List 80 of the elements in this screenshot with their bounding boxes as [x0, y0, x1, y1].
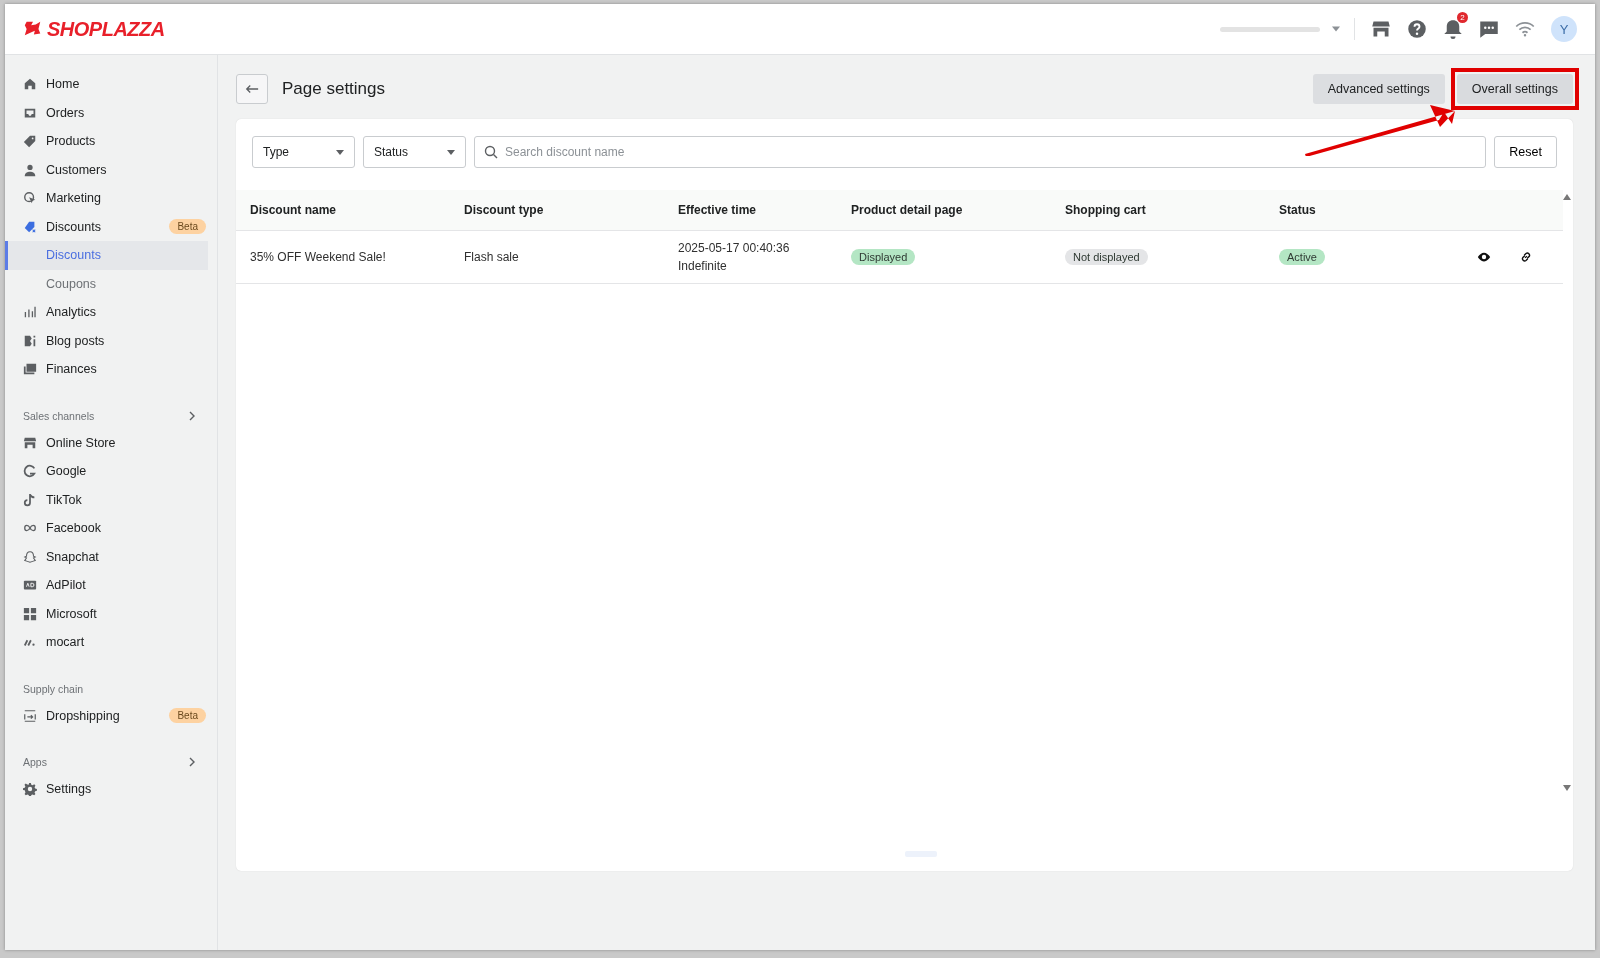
sidebar-item[interactable]: Dropshipping Beta — [5, 701, 208, 730]
music-note-icon — [23, 492, 37, 507]
wallet-icon — [23, 362, 37, 377]
status-tag: Displayed — [851, 249, 916, 265]
link-icon[interactable] — [1519, 250, 1533, 264]
end-time: Indefinite — [678, 259, 728, 273]
chevron-right-icon[interactable] — [188, 410, 196, 421]
discount-tag-icon — [23, 219, 37, 234]
bell-icon[interactable] — [1443, 19, 1463, 39]
sidebar-item[interactable]: Customers — [5, 155, 208, 184]
caret-icon — [447, 149, 455, 155]
filter-dropdown[interactable]: Type — [252, 136, 355, 168]
column-header: Shopping cart — [1065, 203, 1147, 217]
chevron-right-icon[interactable] — [188, 757, 196, 767]
grid-icon — [23, 606, 37, 621]
scroll-down-arrow-icon[interactable] — [1563, 785, 1571, 791]
storefront-icon — [23, 435, 37, 450]
back-button[interactable] — [236, 74, 268, 104]
sidebar-item[interactable]: Facebook — [5, 514, 208, 543]
sidebar-item[interactable]: Analytics — [5, 298, 208, 327]
settings-icon — [23, 782, 37, 797]
bar-chart-icon — [23, 305, 37, 320]
column-header: Effective time — [678, 203, 758, 217]
sidebar-item[interactable]: Coupons — [5, 269, 208, 298]
column-header: Discount type — [464, 203, 545, 217]
letter-g-icon — [23, 464, 37, 479]
sidebar-item[interactable]: Orders — [5, 98, 208, 127]
section-heading: Supply chain — [23, 682, 84, 695]
beta-badge: Beta — [169, 219, 206, 235]
start-time: 2025-05-17 00:40:36 — [678, 241, 791, 255]
settings-button[interactable]: Advanced settings — [1312, 74, 1445, 104]
storefront-icon[interactable] — [1371, 19, 1391, 39]
section-heading: Apps — [23, 756, 47, 768]
sidebar-item[interactable]: Discounts — [5, 241, 208, 270]
arrow-left-icon — [245, 82, 259, 96]
home-icon — [23, 77, 37, 92]
sidebar-item[interactable]: mocart — [5, 628, 208, 657]
page-title: Page settings — [282, 79, 385, 99]
sidebar-item[interactable]: Microsoft — [5, 599, 208, 628]
column-header: Product detail page — [851, 203, 964, 217]
person-icon — [23, 162, 37, 177]
scroll-up-arrow-icon[interactable] — [1563, 194, 1571, 200]
ghost-icon — [23, 549, 37, 564]
status-tag: Not displayed — [1065, 249, 1148, 265]
store-switcher[interactable] — [1220, 18, 1355, 40]
wifi-icon[interactable] — [1515, 19, 1535, 39]
settings-button[interactable]: Overall settings — [1456, 74, 1573, 104]
sidebar-item[interactable]: Finances — [5, 355, 208, 384]
sidebar-item[interactable]: Home — [5, 70, 208, 99]
sidebar-item[interactable]: Online Store — [5, 428, 208, 457]
notification-count: 2 — [1457, 12, 1468, 23]
sidebar-item[interactable]: Blog posts — [5, 326, 208, 355]
filter-dropdown[interactable]: Status — [363, 136, 466, 168]
caret-icon — [1332, 26, 1340, 32]
status-tag: Active — [1279, 249, 1325, 265]
help-icon[interactable] — [1407, 19, 1427, 39]
brand-name: SHOPLAZZA — [47, 17, 165, 41]
eye-icon[interactable] — [1477, 250, 1491, 264]
column-header: Discount name — [250, 203, 337, 217]
search-icon — [484, 145, 498, 159]
sidebar-item[interactable]: Google — [5, 457, 208, 486]
sidebar-item[interactable]: Settings — [5, 775, 208, 804]
chat-icon[interactable] — [1479, 19, 1499, 39]
tag-icon — [23, 134, 37, 149]
beta-badge: Beta — [169, 708, 206, 724]
table-cell-text: 35% OFF Weekend Sale! — [250, 250, 387, 264]
user-avatar[interactable]: Y — [1551, 16, 1577, 42]
column-header: Status — [1279, 203, 1317, 217]
sidebar-item[interactable]: TikTok — [5, 485, 208, 514]
reset-button[interactable]: Reset — [1494, 136, 1557, 168]
table-cell-text: Flash sale — [464, 250, 520, 264]
search-field[interactable]: Search discount name — [474, 136, 1487, 168]
section-heading: Sales channels — [23, 409, 95, 422]
sidebar-item[interactable]: Discounts Beta — [5, 212, 208, 241]
sidebar-item[interactable]: Snapchat — [5, 542, 208, 571]
caret-icon — [336, 149, 344, 155]
sidebar-item[interactable]: Products — [5, 127, 208, 156]
sidebar-item[interactable]: AdPilot — [5, 571, 208, 600]
sidebar-item[interactable]: Marketing — [5, 184, 208, 213]
import-icon — [23, 708, 37, 723]
